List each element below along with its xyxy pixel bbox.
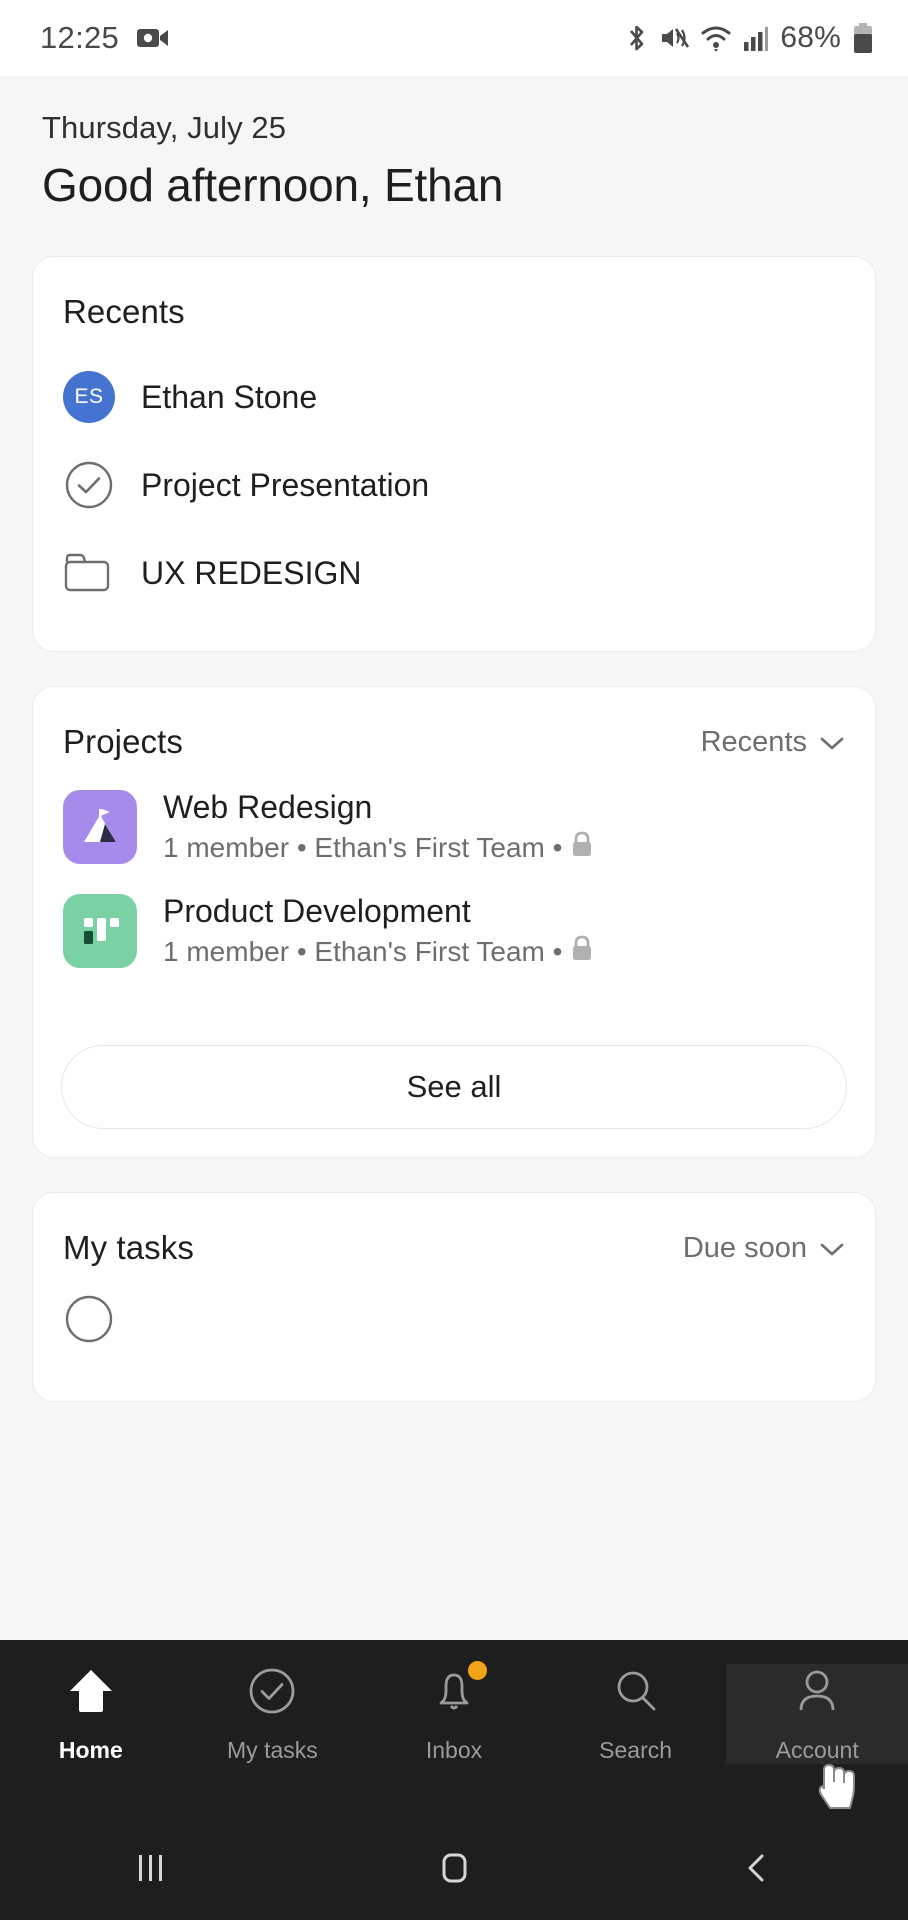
my-tasks-title: My tasks [63,1229,194,1266]
recent-item-label: Ethan Stone [141,378,318,415]
status-bar-right: 68% [625,21,874,55]
video-camera-icon [137,26,169,50]
status-bar: 12:25 68% [0,0,908,76]
wifi-icon [700,23,732,53]
nav-item-home[interactable]: Home [0,1664,182,1764]
projects-list: Web Redesign 1 member • Ethan's First Te… [33,761,875,983]
person-icon [790,1664,844,1723]
check-circle-icon [63,459,115,511]
chevron-down-icon [819,726,845,759]
status-time: 12:25 [40,20,120,55]
project-name: Web Redesign [163,789,373,825]
nav-item-account[interactable]: Account [726,1664,908,1764]
system-nav-home-button[interactable] [303,1848,606,1888]
recent-item-ux-redesign[interactable]: UX REDESIGN [63,529,845,617]
check-circle-icon [245,1664,299,1723]
check-circle-icon [65,1295,113,1343]
system-nav-back-button[interactable] [605,1848,908,1888]
home-square-icon [442,1853,467,1883]
projects-card: Projects Recents Web Redesign 1 member •… [32,686,876,1158]
see-all-button[interactable]: See all [61,1045,847,1129]
projects-header: Projects Recents [33,687,875,761]
my-tasks-card: My tasks Due soon [32,1192,876,1402]
system-nav-recents-button[interactable] [0,1850,303,1886]
nav-item-my-tasks[interactable]: My tasks [182,1664,364,1764]
recents-icon [139,1855,163,1881]
project-meta: 1 member • Ethan's First Team • [163,934,594,969]
projects-filter-label: Recents [700,725,807,758]
projects-title: Projects [63,723,184,760]
my-tasks-filter-dropdown[interactable]: Due soon [683,1232,845,1265]
project-row-product-development[interactable]: Product Development 1 member • Ethan's F… [63,879,845,983]
mute-icon [659,23,690,53]
project-meta-text: 1 member • Ethan's First Team • [163,831,563,863]
search-icon [609,1664,663,1723]
recents-card: Recents ES Ethan Stone Project Presentat… [32,256,876,652]
recent-item-label: Project Presentation [141,466,430,503]
greeting-message: Good afternoon, Ethan [42,159,504,211]
bottom-navigation-bar: Home My tasks Inbox Search Account [0,1640,908,1816]
nav-item-label: Account [775,1737,859,1763]
recent-item-project-presentation[interactable]: Project Presentation [63,441,845,529]
recent-item-label: UX REDESIGN [141,554,362,591]
battery-percent: 68% [780,21,841,54]
nav-item-search[interactable]: Search [545,1664,727,1764]
home-icon [64,1664,118,1723]
lock-icon [570,830,594,865]
project-name: Product Development [163,893,471,929]
chevron-down-icon [819,1232,845,1265]
my-tasks-filter-label: Due soon [682,1231,807,1264]
nav-item-label: Search [599,1737,673,1763]
board-columns-icon [63,894,137,968]
battery-icon [852,22,874,54]
lock-icon [570,934,594,969]
status-bar-left: 12:25 [40,20,169,56]
nav-item-label: Inbox [425,1737,483,1763]
nav-item-inbox[interactable]: Inbox [363,1661,545,1764]
folder-icon [63,551,115,595]
project-row-web-redesign[interactable]: Web Redesign 1 member • Ethan's First Te… [63,775,845,879]
android-system-nav [0,1816,908,1920]
cellular-signal-icon [743,24,769,52]
projects-filter-dropdown[interactable]: Recents [701,726,845,759]
inbox-badge-dot [467,1661,487,1680]
avatar: ES [63,371,115,423]
project-text: Web Redesign 1 member • Ethan's First Te… [163,789,594,865]
greeting-date: Thursday, July 25 [42,110,287,145]
greeting-block: Thursday, July 25 Good afternoon, Ethan [0,76,908,222]
bluetooth-icon [625,23,648,53]
nav-item-label: My tasks [227,1737,318,1763]
my-tasks-header: My tasks Due soon [33,1193,875,1267]
my-tasks-first-row-peek[interactable] [33,1267,875,1350]
back-chevron-icon [748,1854,764,1882]
recents-title: Recents [63,293,185,330]
project-meta: 1 member • Ethan's First Team • [163,830,594,865]
project-text: Product Development 1 member • Ethan's F… [163,893,594,969]
recent-item-ethan-stone[interactable]: ES Ethan Stone [63,353,845,441]
project-meta-text: 1 member • Ethan's First Team • [163,935,563,967]
nav-item-label: Home [58,1737,123,1763]
mountain-flag-icon [63,790,137,864]
